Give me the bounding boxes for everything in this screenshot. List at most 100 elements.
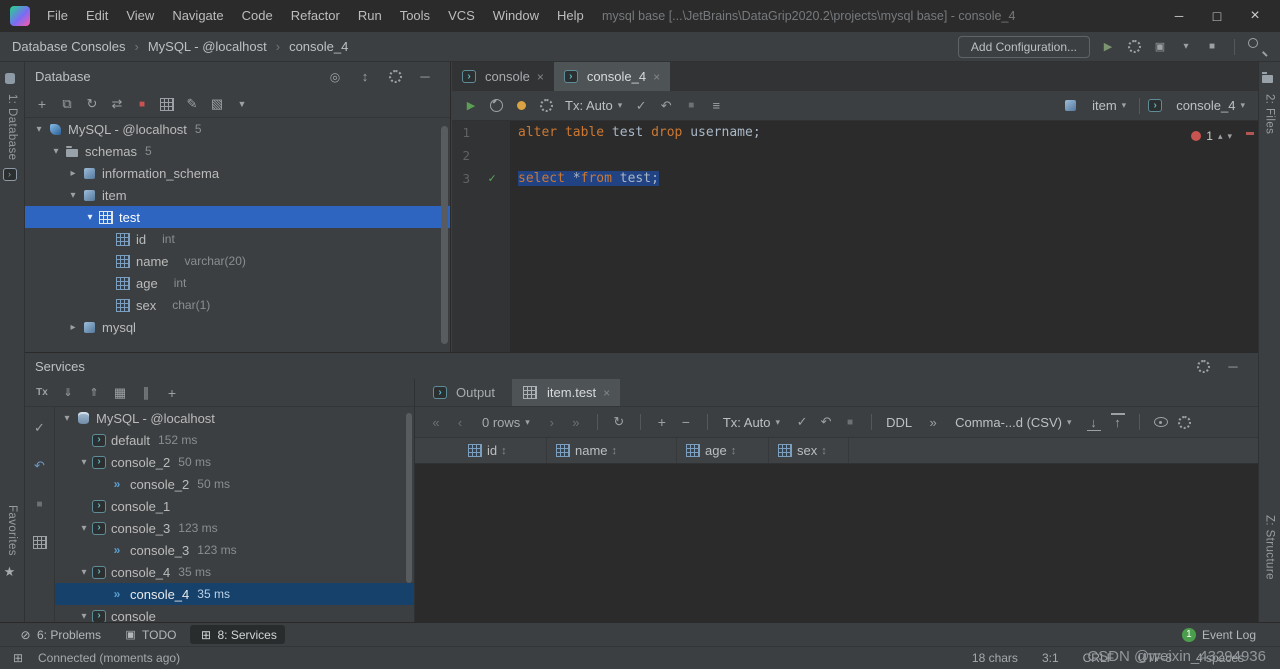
db-stripe-icon[interactable] <box>2 70 18 86</box>
collapse-all-icon[interactable] <box>83 382 105 404</box>
column-header[interactable]: sex ↕ <box>769 438 849 463</box>
folder-icon[interactable] <box>1259 70 1275 86</box>
chevron-icon[interactable] <box>65 190 81 201</box>
eye-icon[interactable] <box>1150 411 1172 433</box>
tree-row[interactable]: sex char(1) <box>25 294 450 316</box>
split-icon[interactable] <box>135 382 157 404</box>
grid-view-icon[interactable] <box>156 93 178 115</box>
sidebar-item-favorites[interactable]: Favorites <box>6 505 18 556</box>
menu-item[interactable]: View <box>117 0 163 32</box>
next-error-icon[interactable]: ▾ <box>1227 131 1232 142</box>
rollback-icon[interactable] <box>655 95 677 117</box>
editor-tab[interactable]: console_4 × <box>553 62 671 91</box>
gear-icon[interactable] <box>1192 355 1214 377</box>
wrench-icon[interactable] <box>535 95 557 117</box>
filter-icon[interactable] <box>231 93 253 115</box>
star-icon[interactable] <box>2 564 18 580</box>
chevron-icon[interactable] <box>76 523 92 534</box>
chevron-icon[interactable] <box>31 124 47 135</box>
sort-icon[interactable]: ↕ <box>612 445 618 457</box>
run-icon[interactable] <box>1097 36 1119 58</box>
tree-row[interactable]: name varchar(20) <box>25 250 450 272</box>
status-item[interactable]: 18 chars <box>972 651 1018 665</box>
stop-icon[interactable] <box>1201 36 1223 58</box>
submit-icon[interactable] <box>29 417 51 439</box>
prev-icon[interactable] <box>449 411 471 433</box>
refresh-icon[interactable] <box>81 93 103 115</box>
rollback-icon[interactable] <box>815 411 837 433</box>
submit-icon[interactable] <box>630 95 652 117</box>
copy-icon[interactable] <box>56 93 78 115</box>
edit-icon[interactable] <box>181 93 203 115</box>
close-button[interactable] <box>1236 0 1274 32</box>
first-icon[interactable] <box>425 411 447 433</box>
add-icon[interactable] <box>161 382 183 404</box>
softwrap-icon[interactable] <box>705 95 727 117</box>
chevron-icon[interactable] <box>65 322 81 333</box>
stop-disabled-icon[interactable] <box>839 411 861 433</box>
error-stripe-mark[interactable] <box>1246 132 1254 135</box>
expand-all-icon[interactable] <box>57 382 79 404</box>
export-icon[interactable] <box>1083 411 1105 433</box>
prev-error-icon[interactable]: ▴ <box>1218 131 1223 142</box>
chevron-icon[interactable] <box>59 413 75 424</box>
next-icon[interactable] <box>541 411 563 433</box>
group-icon[interactable] <box>109 382 131 404</box>
output-tab[interactable]: item.test × <box>512 379 621 406</box>
export-format-select[interactable]: Comma-...d (CSV) <box>950 415 1076 430</box>
rollback-icon[interactable] <box>29 455 51 477</box>
close-icon[interactable]: × <box>653 70 660 84</box>
switcher-icon[interactable] <box>10 650 26 666</box>
tree-row[interactable]: mysql <box>25 316 450 338</box>
schema-select[interactable]: item <box>1087 98 1131 113</box>
chevron-icon[interactable] <box>48 146 64 157</box>
tree-row[interactable]: console_1 <box>55 495 414 517</box>
more-icon[interactable] <box>922 411 944 433</box>
tree-row[interactable]: MySQL - @localhost 5 <box>25 118 450 140</box>
inspections-widget[interactable]: 1 ▴ ▾ <box>1191 129 1232 143</box>
tree-row[interactable]: console_3 123 ms <box>55 539 414 561</box>
breadcrumb-item[interactable]: MySQL - @localhost <box>125 39 267 54</box>
tree-row[interactable]: console_2 50 ms <box>55 473 414 495</box>
history-icon[interactable] <box>485 95 507 117</box>
tree-row[interactable]: console_4 35 ms <box>55 561 414 583</box>
toolwindow-todo[interactable]: TODO <box>115 625 184 644</box>
status-item[interactable]: CRLF <box>1083 651 1114 665</box>
session-select[interactable]: console_4 <box>1171 98 1250 113</box>
reload-icon[interactable] <box>608 411 630 433</box>
tx-mode-select[interactable]: Tx: Auto <box>560 98 627 113</box>
tree-row[interactable]: test <box>25 206 450 228</box>
toolwindow-event-log[interactable]: Event Log <box>1202 628 1256 642</box>
tree-row[interactable]: console_2 50 ms <box>55 451 414 473</box>
import-icon[interactable] <box>1107 411 1129 433</box>
status-item[interactable]: UTF-8 <box>1138 651 1172 665</box>
sort-icon[interactable]: ↕ <box>501 445 507 457</box>
sort-icon[interactable]: ↕ <box>821 445 827 457</box>
sort-icon[interactable]: ↕ <box>731 445 737 457</box>
status-item[interactable]: 4 spaces <box>1196 651 1244 665</box>
menu-item[interactable]: Help <box>548 0 593 32</box>
scrollbar[interactable] <box>406 413 412 583</box>
chevron-icon[interactable] <box>76 611 92 622</box>
menu-item[interactable]: VCS <box>439 0 484 32</box>
changes-icon[interactable] <box>510 95 532 117</box>
editor-tab[interactable]: console × <box>452 62 554 91</box>
menu-item[interactable]: Tools <box>391 0 439 32</box>
result-grid-body[interactable] <box>415 464 1258 622</box>
add-icon[interactable] <box>651 411 673 433</box>
last-icon[interactable] <box>565 411 587 433</box>
stop-disabled-icon[interactable] <box>680 95 702 117</box>
close-icon[interactable]: × <box>537 70 544 84</box>
diagram-icon[interactable] <box>206 93 228 115</box>
hide-icon[interactable] <box>1222 355 1244 377</box>
tree-row[interactable]: console_3 123 ms <box>55 517 414 539</box>
console-stripe-icon[interactable] <box>2 168 17 182</box>
tree-row[interactable]: item <box>25 184 450 206</box>
tree-row[interactable]: id int <box>25 228 450 250</box>
tree-row[interactable]: schemas 5 <box>25 140 450 162</box>
minimize-button[interactable] <box>1160 0 1198 32</box>
menu-item[interactable]: Code <box>233 0 282 32</box>
profiler-icon[interactable] <box>1123 36 1145 58</box>
sidebar-item-structure[interactable]: Z: Structure <box>1264 515 1276 580</box>
close-icon[interactable]: × <box>603 386 610 400</box>
